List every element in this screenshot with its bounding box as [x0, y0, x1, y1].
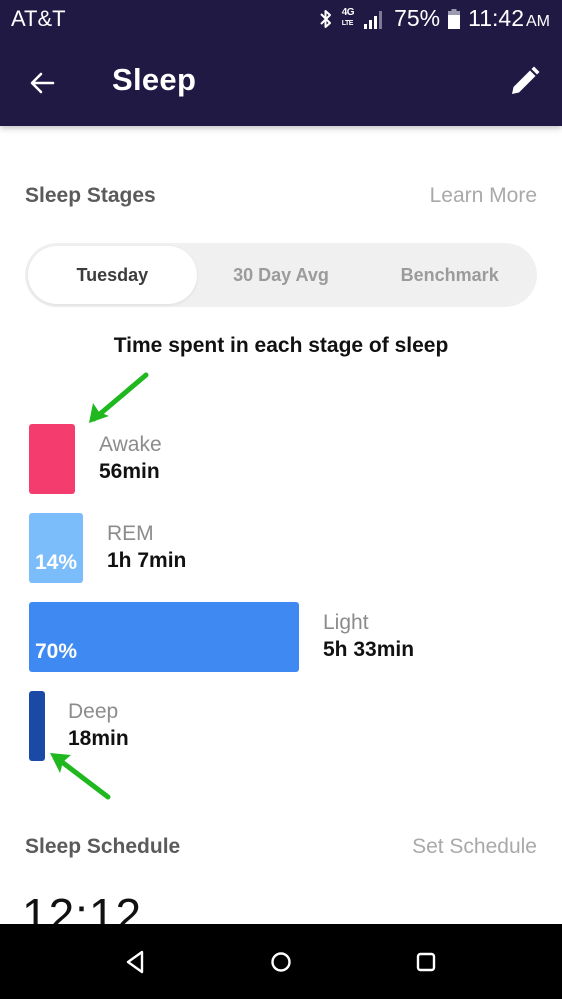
arrow-left-icon[interactable]: [26, 66, 60, 100]
nav-recents-icon[interactable]: [412, 948, 440, 976]
sleep-schedule-header: Sleep Schedule Set Schedule: [25, 835, 537, 859]
light-percent: 70%: [35, 640, 78, 663]
light-label-group: Light 5h 33min: [323, 610, 414, 664]
deep-label-group: Deep 18min: [68, 699, 129, 753]
awake-duration: 56min: [99, 460, 160, 483]
deep-bar: [29, 691, 45, 761]
tab-30-day-avg[interactable]: 30 Day Avg: [197, 246, 366, 304]
deep-duration: 18min: [68, 727, 129, 750]
light-bar: 70%: [29, 602, 299, 672]
rem-label-group: REM 1h 7min: [107, 521, 186, 575]
clock-ampm: AM: [526, 13, 550, 30]
light-duration: 5h 33min: [323, 638, 415, 661]
annotation-arrow-deep: [50, 753, 111, 800]
nav-home-icon[interactable]: [267, 948, 295, 976]
pencil-icon[interactable]: [506, 64, 542, 100]
learn-more-link[interactable]: Learn More: [430, 184, 537, 208]
tab-benchmark[interactable]: Benchmark: [365, 246, 534, 304]
app-bar: Sleep: [0, 40, 562, 126]
clock: 11:42 AM: [468, 5, 550, 32]
battery-percent: 75%: [394, 5, 441, 31]
awake-label-group: Awake 56min: [99, 432, 162, 486]
carrier-label: AT&T: [11, 6, 66, 31]
annotation-arrow-awake: [89, 372, 149, 423]
awake-name: Awake: [99, 433, 162, 456]
tab-tuesday[interactable]: Tuesday: [28, 246, 197, 304]
network-type-icon: 4G LTE: [341, 7, 355, 29]
status-icons: 4G LTE 75% 11:42 AM: [318, 5, 550, 32]
sleep-stages-title: Sleep Stages: [25, 184, 156, 207]
rem-bar: 14%: [29, 513, 83, 583]
battery-icon: [448, 8, 461, 29]
bluetooth-icon: [320, 9, 331, 28]
sleep-schedule-title: Sleep Schedule: [25, 835, 181, 858]
network-sub-label: LTE: [341, 20, 354, 27]
app-header: AT&T 4G LTE 75% 11:42 AM Sleep: [0, 0, 562, 126]
rem-percent: 14%: [35, 551, 78, 574]
set-schedule-link[interactable]: Set Schedule: [412, 835, 537, 859]
stages-chart-title: Time spent in each stage of sleep: [113, 334, 449, 357]
nav-back-icon[interactable]: [122, 948, 150, 976]
sleep-stages-header: Sleep Stages Learn More: [25, 184, 537, 208]
system-nav-bar: [0, 924, 562, 999]
page-title: Sleep: [112, 62, 197, 97]
stage-view-tabs: Tuesday 30 Day Avg Benchmark: [25, 243, 537, 307]
rem-duration: 1h 7min: [107, 549, 187, 572]
rem-name: REM: [107, 522, 154, 545]
deep-name: Deep: [68, 700, 119, 723]
clock-time: 11:42: [468, 5, 524, 31]
status-bar: AT&T 4G LTE 75% 11:42 AM: [0, 0, 562, 40]
signal-icon: [364, 10, 383, 29]
network-type-label: 4G: [341, 7, 355, 18]
light-name: Light: [323, 611, 369, 634]
awake-bar: [29, 424, 75, 494]
